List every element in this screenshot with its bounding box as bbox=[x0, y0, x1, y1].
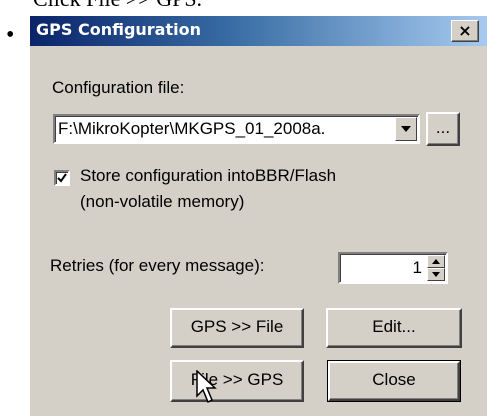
store-config-label-line1: Store configuration intoBBR/Flash bbox=[80, 166, 337, 185]
dialog-title: GPS Configuration bbox=[36, 20, 201, 39]
checkmark-icon bbox=[57, 173, 67, 183]
chevron-down-icon bbox=[432, 272, 440, 277]
config-file-value: F:\MikroKopter\MKGPS_01_2008a. bbox=[58, 119, 326, 138]
bullet-point: • bbox=[6, 22, 15, 48]
retries-spinner[interactable]: 1 bbox=[338, 252, 448, 284]
store-config-checkbox[interactable] bbox=[54, 170, 70, 186]
close-button[interactable]: Close bbox=[327, 360, 461, 402]
dialog-titlebar[interactable]: GPS Configuration × bbox=[30, 16, 487, 46]
store-config-label-line2: (non-volatile memory) bbox=[80, 192, 245, 211]
spin-down-button[interactable] bbox=[427, 268, 445, 281]
close-icon: × bbox=[458, 21, 472, 40]
browse-button-label: ... bbox=[435, 118, 451, 137]
spin-up-button[interactable] bbox=[427, 255, 445, 268]
gps-to-file-button[interactable]: GPS >> File bbox=[170, 308, 304, 348]
browse-button[interactable]: ... bbox=[426, 112, 460, 146]
chevron-up-icon bbox=[432, 259, 440, 264]
chevron-down-icon bbox=[401, 126, 411, 132]
gps-to-file-label: GPS >> File bbox=[190, 317, 284, 336]
edit-button-label: Edit... bbox=[372, 317, 416, 336]
instruction-text: Click File >> GPS. bbox=[33, 0, 202, 12]
edit-button[interactable]: Edit... bbox=[326, 308, 462, 348]
config-file-combobox[interactable]: F:\MikroKopter\MKGPS_01_2008a. bbox=[53, 114, 420, 144]
combo-dropdown-button[interactable] bbox=[395, 117, 417, 141]
mouse-cursor-icon bbox=[196, 370, 217, 404]
retries-value: 1 bbox=[412, 258, 422, 277]
spin-buttons bbox=[427, 255, 445, 281]
titlebar-close-button[interactable]: × bbox=[451, 20, 479, 42]
config-file-label: Configuration file: bbox=[52, 78, 185, 97]
file-to-gps-button[interactable]: File >> GPS bbox=[170, 360, 304, 402]
close-button-label: Close bbox=[372, 370, 416, 389]
gps-configuration-dialog: GPS Configuration × Configuration file: … bbox=[28, 14, 487, 416]
retries-label: Retries (for every message): bbox=[50, 256, 265, 275]
